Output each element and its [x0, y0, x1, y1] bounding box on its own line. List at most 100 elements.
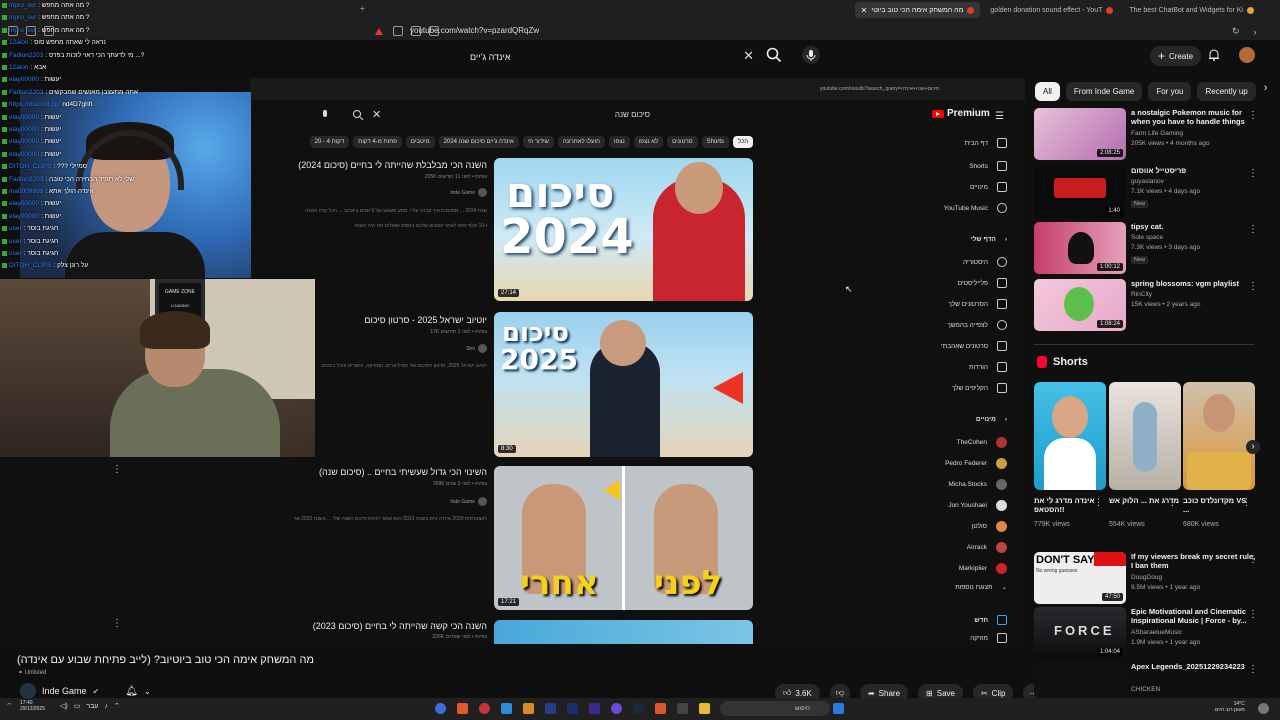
short-thumbnail[interactable] [1034, 382, 1106, 490]
thumbnail-text: 2025 [500, 343, 578, 376]
app-icon[interactable] [479, 703, 490, 714]
clear-search-icon[interactable]: ✕ [743, 48, 754, 64]
steam-icon[interactable] [633, 703, 644, 714]
shorts-heading: Shorts [1053, 356, 1088, 368]
more-options-icon[interactable]: ⋮ [1248, 281, 1258, 292]
monitor-icon[interactable]: ▭ [74, 702, 81, 710]
recommendation-item[interactable]: 1:40 פריסטייל אווסום guyaslanov 7.1K vie… [1034, 166, 1274, 222]
app-icon[interactable] [611, 703, 622, 714]
badge-icon [2, 40, 7, 46]
chevron-up-icon[interactable]: ⌃ [114, 702, 120, 710]
app-icon[interactable] [457, 703, 468, 714]
chat-text: : אינדה הולך אתא [45, 188, 94, 195]
more-options-icon[interactable]: ⋮ [1248, 609, 1258, 620]
recommendation-item[interactable]: 2:08:25 a nostalgic Pokemon music for wh… [1034, 108, 1274, 164]
inner-nav-clips: הקליפים שלך [952, 383, 1007, 393]
app-icon[interactable] [501, 703, 512, 714]
more-options-icon[interactable]: ⋮ [1248, 224, 1258, 235]
weather-desc: מעונן רוב היום [1215, 707, 1245, 713]
chip-for-you[interactable]: For you [1148, 82, 1192, 101]
more-options-icon[interactable]: ⋮ [1248, 168, 1258, 179]
notifications-icon[interactable] [1207, 48, 1221, 62]
arrow-right-icon[interactable]: › [1254, 27, 1257, 37]
chat-text: : יעשות [41, 200, 62, 208]
recommendation-item[interactable]: 1:08:24 spring blossoms: vgm playlist Ri… [1034, 279, 1274, 335]
recommendation-item[interactable]: DON'T SAY No wrong guesses 47:50 If my v… [1034, 552, 1274, 608]
app-icon[interactable] [545, 703, 556, 714]
chevron-right-icon[interactable]: › [1264, 82, 1268, 101]
more-options-icon[interactable]: ⋮ [1094, 497, 1103, 508]
recommendation-item[interactable]: Apex Legends_20251229234223 CHICKEN ⋮ [1034, 662, 1274, 698]
search-icon[interactable] [765, 46, 783, 64]
nav-label: הורדות [968, 363, 988, 371]
thumbs-down-icon: 👎︎ [835, 688, 844, 697]
plus-icon[interactable]: + [360, 4, 365, 13]
recommendation-title: Epic Motivational and Cinematic Inspirat… [1131, 607, 1247, 625]
recommendation-meta: 205K views • 4 months ago [1131, 140, 1210, 147]
youtube-premium-logo: Premium [932, 108, 990, 119]
badge-icon [2, 238, 7, 244]
inner-chip: הועלו לאחרונה [557, 136, 605, 148]
chip-from-channel[interactable]: From Inde Game [1065, 82, 1143, 101]
tab-sound-effect[interactable]: golden donation sound effect - YouT [984, 2, 1119, 18]
plus-icon: + [1158, 49, 1166, 63]
more-options-icon[interactable]: ⋮ [1242, 497, 1251, 508]
badge-icon [2, 226, 7, 232]
shorts-icon [1037, 356, 1047, 368]
taskbar-search[interactable]: חיפוש [720, 701, 830, 716]
badge-icon [2, 3, 7, 8]
channel-name[interactable]: Inde Game [42, 686, 87, 696]
short-thumbnail[interactable] [1109, 382, 1181, 490]
recommendation-item[interactable]: 1:00:12 tipsy cat. Sole space 7.3K views… [1034, 222, 1274, 278]
short-thumbnail[interactable] [1183, 382, 1255, 490]
bell-icon[interactable]: 🔔︎ [125, 686, 138, 697]
tab-strip: ✕ מה המשחק אימה הכי טוב ביוטי golden dona… [854, 2, 1260, 18]
weather-widget[interactable]: 14°C מעונן רוב היום [1215, 701, 1245, 713]
microphone-icon [323, 109, 327, 117]
chip-all[interactable]: All [1035, 82, 1060, 101]
chat-text: : מה אתה מחפש ? [38, 2, 90, 9]
chat-username: mpro_svr [9, 26, 37, 34]
tab-chatbot[interactable]: The best ChatBot and Widgets for Ki [1123, 2, 1260, 18]
tab-current[interactable]: ✕ מה המשחק אימה הכי טוב ביוטי [854, 2, 981, 18]
channel-avatar[interactable] [20, 683, 36, 699]
microphone-icon[interactable] [802, 46, 820, 64]
search-input[interactable]: אינדה ג'יים ✕ [460, 46, 760, 68]
clock[interactable]: 17:40 29/12/2025 [20, 700, 45, 712]
mic-icon[interactable]: ♪ [104, 703, 108, 710]
new-badge: New [1131, 256, 1149, 264]
brave-icon[interactable] [655, 703, 666, 714]
app-icon[interactable] [567, 703, 578, 714]
warning-icon[interactable] [375, 27, 383, 35]
back-icon[interactable] [393, 26, 403, 36]
volume-icon[interactable]: ◁) [60, 702, 68, 710]
address-bar[interactable]: youtube.com/watch?v=pzardQRqZw [410, 26, 539, 35]
network-icon[interactable]: ⌔ [6, 702, 13, 711]
chevron-down-icon[interactable]: ⌄ [144, 687, 151, 696]
language-indicator[interactable]: עבר [86, 703, 98, 710]
tray-left: ⌔ [6, 702, 13, 711]
folder-icon[interactable] [699, 703, 710, 714]
result-description: שנת 2024 ... מסכמים איך עברה עליי. מסע מ… [305, 208, 487, 214]
recommendation-item[interactable]: FORCE 1:04:04 Epic Motivational and Cine… [1034, 607, 1274, 663]
person-shape [1133, 402, 1157, 472]
close-icon[interactable]: ✕ [861, 6, 868, 15]
app-icon[interactable] [589, 703, 600, 714]
more-options-icon[interactable]: ⋮ [1248, 110, 1258, 121]
more-options-icon[interactable]: ⋮ [1168, 497, 1177, 508]
windows-start-icon[interactable] [833, 703, 844, 714]
app-icon[interactable] [435, 703, 446, 714]
nav-label: Shorts [969, 162, 988, 170]
more-options-icon[interactable]: ⋮ [1248, 554, 1258, 565]
chip-recently-uploaded[interactable]: Recently up [1197, 82, 1256, 101]
account-avatar[interactable] [1239, 47, 1255, 63]
sign-text: GAME ZONE [164, 289, 195, 295]
chat-message: mpro_svr: מה אתה מחפש ? [2, 14, 89, 21]
chat-message: user: חגיגת בוסר [2, 250, 58, 257]
app-icon[interactable] [677, 703, 688, 714]
app-icon[interactable] [523, 703, 534, 714]
more-options-icon[interactable]: ⋮ [1248, 664, 1258, 675]
create-button[interactable]: + Create [1150, 46, 1202, 66]
refresh-icon[interactable]: ↻ [1232, 26, 1240, 37]
chevron-right-icon[interactable]: › [1246, 440, 1260, 454]
